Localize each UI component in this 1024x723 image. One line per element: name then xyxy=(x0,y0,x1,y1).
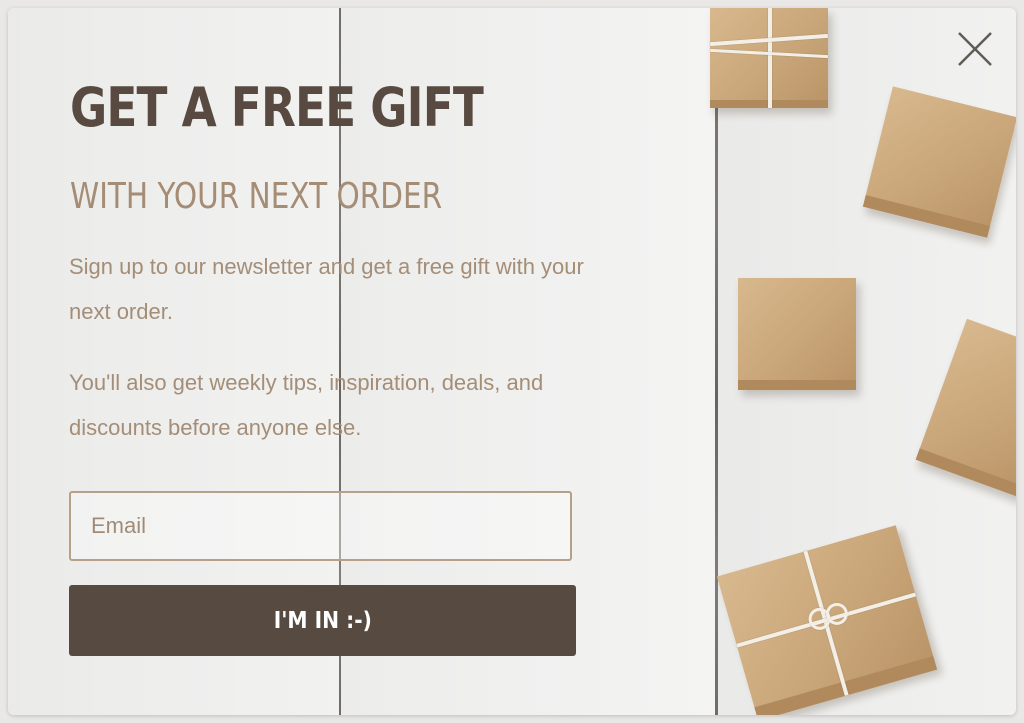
popup-headline: GET A FREE GIFT xyxy=(70,76,484,139)
popup-subheadline: WITH YOUR NEXT ORDER xyxy=(70,176,443,217)
gift-box xyxy=(710,8,828,108)
submit-button[interactable]: I'M IN :-) xyxy=(69,585,576,656)
popup-description: Sign up to our newsletter and get a free… xyxy=(69,254,584,324)
newsletter-popup: GET A FREE GIFT WITH YOUR NEXT ORDER Sig… xyxy=(8,8,1016,715)
popup-benefits-text: You'll also get weekly tips, inspiration… xyxy=(69,370,544,440)
plank-seam xyxy=(715,8,718,715)
close-button[interactable] xyxy=(956,30,994,68)
email-field[interactable] xyxy=(69,491,572,561)
gift-box xyxy=(738,278,856,390)
close-icon xyxy=(958,32,992,66)
submit-button-label: I'M IN :-) xyxy=(273,607,372,634)
